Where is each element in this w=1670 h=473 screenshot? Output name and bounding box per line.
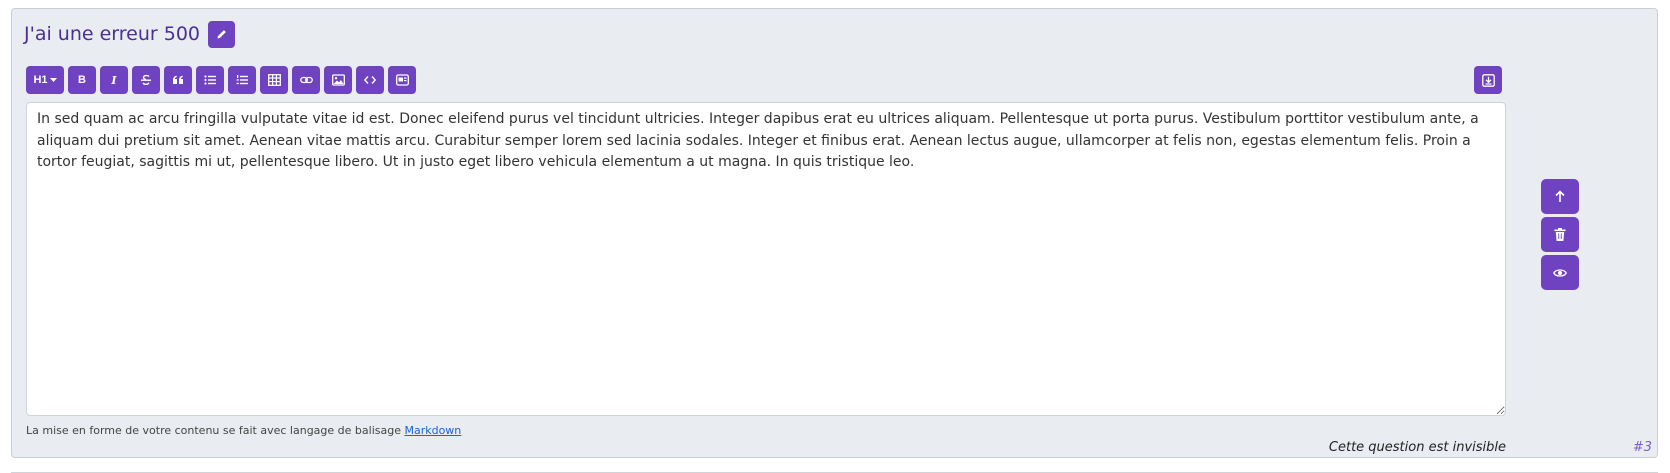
trash-icon [1554, 228, 1566, 241]
eye-icon [1553, 268, 1567, 278]
move-up-button[interactable] [1541, 179, 1579, 214]
unordered-list-button[interactable] [196, 66, 224, 94]
link-icon [299, 74, 313, 86]
table-icon [267, 74, 281, 86]
markdown-link[interactable]: Markdown [404, 424, 461, 437]
list-ol-icon [236, 74, 248, 86]
edit-title-button[interactable] [208, 20, 236, 48]
strikethrough-icon [140, 74, 152, 86]
list-ul-icon [204, 74, 216, 86]
visibility-status: Cette question est invisible [1328, 440, 1506, 455]
heading-label: H1 [33, 74, 48, 86]
italic-button[interactable]: I [100, 66, 128, 94]
preview-button[interactable] [1541, 255, 1579, 290]
italic-label: I [111, 73, 117, 87]
heading-dropdown-button[interactable]: H1 [26, 66, 64, 94]
link-button[interactable] [292, 66, 320, 94]
ordered-list-button[interactable] [228, 66, 256, 94]
save-icon [1481, 73, 1495, 87]
question-body-textarea[interactable]: In sed quam ac arcu fringilla vulputate … [26, 102, 1506, 416]
question-title: J'ai une erreur 500 [24, 23, 201, 45]
question-number: #3 [1632, 440, 1652, 455]
embed-button[interactable] [388, 66, 416, 94]
code-button[interactable] [356, 66, 384, 94]
bold-button[interactable]: B [68, 66, 96, 94]
delete-button[interactable] [1541, 217, 1579, 252]
image-icon [331, 74, 345, 86]
markdown-help: La mise en forme de votre contenu se fai… [26, 424, 461, 437]
arrow-up-icon [1554, 190, 1566, 203]
code-icon [364, 74, 376, 86]
pencil-icon [216, 28, 228, 40]
question-actions [1541, 179, 1579, 290]
embed-icon [395, 74, 409, 86]
strikethrough-button[interactable] [132, 66, 160, 94]
question-header: J'ai une erreur 500 [24, 20, 236, 48]
table-button[interactable] [260, 66, 288, 94]
image-button[interactable] [324, 66, 352, 94]
caret-down-icon [49, 77, 57, 83]
bold-label: B [78, 74, 86, 86]
quote-icon [172, 74, 184, 86]
quote-button[interactable] [164, 66, 192, 94]
markdown-toolbar: H1 B I [26, 66, 416, 94]
markdown-help-text: La mise en forme de votre contenu se fai… [26, 424, 405, 437]
save-button[interactable] [1474, 66, 1502, 94]
